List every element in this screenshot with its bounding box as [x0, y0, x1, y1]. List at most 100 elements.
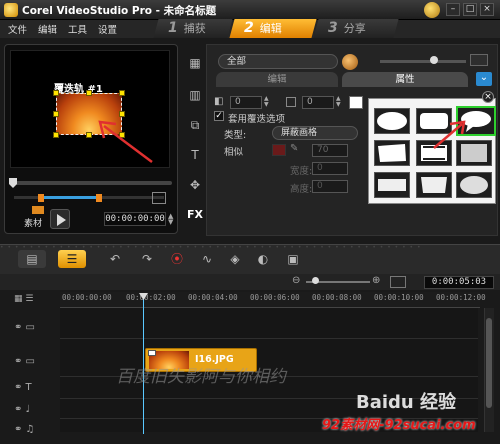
resize-handle[interactable]	[119, 90, 125, 96]
ruler-tick-label: 00:00:08:00	[312, 293, 362, 302]
storyboard-view-button[interactable]: ▤	[18, 250, 46, 268]
eyedropper-icon[interactable]: ✎	[290, 143, 302, 155]
media-library-icon[interactable]: ▦	[186, 56, 204, 72]
menu-file[interactable]: 文件	[8, 22, 27, 36]
zoom-in-icon[interactable]: ⊕	[372, 275, 380, 286]
mark-out-handle[interactable]	[96, 194, 102, 202]
type-label: 类型:	[224, 130, 247, 141]
track-manager-icon[interactable]: ▣	[282, 250, 304, 268]
track-divider	[60, 338, 478, 339]
mask-ellipse[interactable]	[374, 108, 410, 134]
annotation-arrow	[98, 120, 153, 163]
baidu-watermark: Baidu 经验	[356, 392, 457, 413]
record-capture-icon[interactable]: ⦿	[166, 250, 188, 268]
ruler-tick-label: 00:00:10:00	[374, 293, 424, 302]
timecode-stepper[interactable]: ▲ ▼	[168, 213, 174, 226]
type-select[interactable]: 屏蔽画格	[272, 126, 358, 140]
zoom-slider-handle[interactable]	[312, 277, 319, 284]
ruler-tick-label: 00:00:12:00	[436, 293, 486, 302]
scrollbar-thumb[interactable]	[486, 318, 492, 408]
apply-mask-label: 套用覆迭选项	[228, 114, 286, 125]
ruler-tick-label: 00:00:06:00	[250, 293, 300, 302]
width-label: 宽度:	[290, 166, 313, 177]
graphics-icon[interactable]: ✥	[186, 178, 204, 194]
chevron-down-icon[interactable]: ⌄	[476, 72, 492, 86]
preview-timecode[interactable]: 00:00:00:00	[104, 212, 166, 226]
redo-icon[interactable]: ↷	[136, 250, 158, 268]
menu-edit[interactable]: 编辑	[38, 22, 57, 36]
annotation-arrow	[433, 120, 466, 149]
opacity-icon: ◧	[214, 96, 224, 107]
border-color-swatch[interactable]	[349, 96, 363, 109]
close-button[interactable]: ×	[480, 3, 494, 16]
enlarge-preview-icon[interactable]	[152, 192, 166, 204]
transition-icon[interactable]: ⧉	[186, 118, 204, 134]
similar-spinner[interactable]: 70	[312, 144, 348, 157]
fx-filter-icon[interactable]: FX	[186, 208, 204, 224]
music-track-header[interactable]: ⚭ ♫	[14, 424, 54, 444]
tab-edit[interactable]: 编辑	[216, 72, 338, 87]
instant-project-icon[interactable]: ▥	[186, 88, 204, 104]
trim-range[interactable]	[44, 196, 96, 199]
image-clip-icon	[148, 350, 156, 356]
resize-handle[interactable]	[86, 90, 92, 96]
undo-icon[interactable]: ↶	[104, 250, 126, 268]
tab-attributes[interactable]: 属性	[342, 72, 468, 87]
category-select[interactable]: 全部	[218, 54, 338, 69]
close-icon[interactable]: ×	[482, 91, 494, 103]
ruler-tick-label: 00:00:00:00	[62, 293, 112, 302]
step-capture-tab[interactable]: 1 捕获	[153, 19, 233, 38]
height-spinner[interactable]: 0	[312, 180, 348, 193]
overlay-track-header[interactable]: ⚭ ▭	[14, 356, 54, 376]
menu-tools[interactable]: 工具	[68, 22, 87, 36]
mask-torn-paper[interactable]	[374, 140, 410, 166]
browse-icon[interactable]	[342, 54, 358, 70]
smart-proxy-icon[interactable]: ◈	[224, 250, 246, 268]
mix-audio-icon[interactable]: ◐	[252, 250, 274, 268]
project-duration-timecode[interactable]: 0:00:05:03	[424, 276, 494, 289]
maximize-button[interactable]: □	[463, 3, 477, 16]
mask-cloud[interactable]	[456, 172, 492, 198]
title-track-header[interactable]: ⚭ T	[14, 382, 54, 402]
window-title: Corel VideoStudio Pro - 未命名标题	[22, 5, 217, 17]
play-button[interactable]	[50, 209, 70, 229]
fit-project-icon[interactable]	[390, 276, 406, 288]
minimize-button[interactable]: –	[446, 3, 460, 16]
preview-scrubber[interactable]	[12, 181, 172, 185]
volume-slider[interactable]	[380, 60, 466, 63]
apply-mask-checkbox[interactable]: ✓	[214, 111, 224, 121]
caption-watermark: 百度旧失影阿与你相约	[116, 367, 286, 387]
opacity-spinner[interactable]: 0	[230, 96, 262, 109]
menu-settings[interactable]: 设置	[98, 22, 117, 36]
resize-handle[interactable]	[53, 111, 59, 117]
zoom-out-icon[interactable]: ⊖	[292, 275, 300, 286]
resize-handle[interactable]	[53, 90, 59, 96]
voice-track-header[interactable]: ⚭ ♩	[14, 404, 54, 424]
timeline-view-button[interactable]: ☰	[58, 250, 86, 268]
mark-in-handle[interactable]	[38, 194, 44, 202]
panel-options-icon[interactable]	[470, 54, 488, 66]
mask-brush[interactable]	[374, 172, 410, 198]
ruler-tick-label: 00:00:04:00	[188, 293, 238, 302]
step-share-tab[interactable]: 3 分享	[313, 19, 399, 38]
key-color-swatch[interactable]	[272, 144, 286, 156]
similar-label: 相似	[224, 147, 244, 158]
site-watermark: 92素材网-92sucai.com	[322, 418, 476, 433]
stepper-arrows[interactable]: ▲ ▼	[264, 96, 272, 109]
title-icon[interactable]: T	[186, 148, 204, 164]
material-mode-label[interactable]: 素材	[24, 216, 42, 229]
volume-slider-handle[interactable]	[430, 56, 438, 64]
stepper-arrows[interactable]: ▲ ▼	[336, 96, 344, 109]
video-track-header[interactable]: ⚭ ▭	[14, 322, 54, 342]
border-spinner[interactable]: 0	[302, 96, 334, 109]
track-header-toolbar[interactable]: ▦ ☰	[14, 294, 54, 306]
mask-stripes[interactable]	[416, 172, 452, 198]
project-mode-indicator[interactable]	[32, 206, 44, 214]
app-logo-icon	[4, 3, 18, 17]
corel-guide-icon[interactable]	[424, 2, 440, 18]
width-spinner[interactable]: 0	[312, 162, 348, 175]
step-edit-tab[interactable]: 2 编辑	[229, 19, 317, 38]
height-label: 高度:	[290, 184, 313, 195]
audio-waveform-icon[interactable]: ∿	[196, 250, 218, 268]
resize-handle[interactable]	[53, 132, 59, 138]
